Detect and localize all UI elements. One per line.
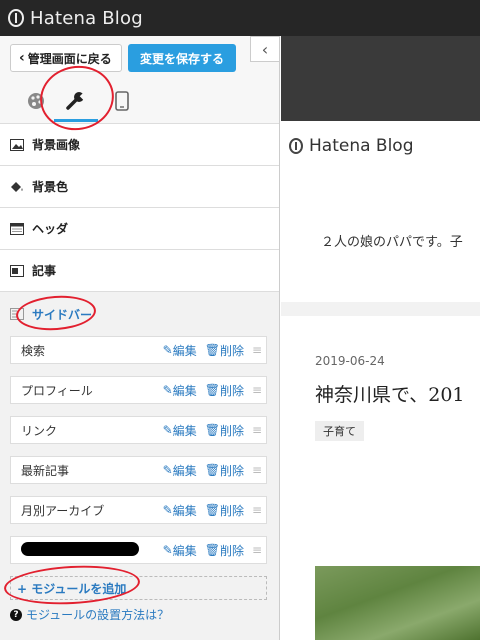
drag-handle-icon[interactable]: ≡ — [252, 343, 266, 357]
list-item[interactable]: ✎ 編集 🗑 削除 ≡ — [10, 536, 267, 564]
hatena-logo-icon — [8, 9, 24, 27]
preview-topbar — [281, 36, 480, 121]
app-header: Hatena Blog — [0, 0, 480, 36]
list-item[interactable]: リンク ✎ 編集 🗑 削除 ≡ — [10, 416, 267, 444]
list-item[interactable]: 最新記事 ✎ 編集 🗑 削除 ≡ — [10, 456, 267, 484]
palette-icon — [28, 93, 44, 109]
blog-preview: Hatena Blog ２人の娘のパパです。子 2019-06-24 神奈川県で… — [281, 36, 480, 640]
panel-tabs — [0, 80, 279, 124]
pencil-icon: ✎ — [162, 463, 173, 477]
category-tag[interactable]: 子育て — [315, 421, 364, 441]
section-header[interactable]: ヘッダ — [0, 208, 279, 250]
preview-divider — [281, 302, 480, 316]
wrench-icon — [66, 91, 87, 110]
chevron-left-icon: ‹ — [261, 39, 269, 59]
trash-icon: 🗑 — [204, 543, 220, 557]
edit-module-button[interactable]: ✎ 編集 — [163, 502, 197, 519]
app-title: Hatena Blog — [30, 7, 143, 29]
drag-handle-icon[interactable]: ≡ — [252, 543, 266, 557]
pencil-icon: ✎ — [162, 423, 173, 437]
question-icon: ? — [10, 608, 22, 621]
module-help-link[interactable]: ? モジュールの設置方法は？ — [0, 606, 279, 623]
sidebar-layout-icon — [10, 308, 24, 320]
drag-handle-icon[interactable]: ≡ — [252, 423, 266, 437]
section-label: ヘッダ — [32, 222, 69, 236]
delete-module-button[interactable]: 🗑 削除 — [205, 502, 244, 519]
pencil-icon: ✎ — [162, 343, 173, 357]
add-module-button[interactable]: + モジュールを追加 — [10, 576, 267, 600]
section-label: 記事 — [32, 264, 57, 278]
paint-bucket-icon — [11, 181, 23, 192]
trash-icon: 🗑 — [204, 343, 220, 357]
pencil-icon: ✎ — [162, 503, 173, 517]
list-item[interactable]: 月別アーカイブ ✎ 編集 🗑 削除 ≡ — [10, 496, 267, 524]
module-name: 最新記事 — [21, 463, 70, 478]
list-item[interactable]: 検索 ✎ 編集 🗑 削除 ≡ — [10, 336, 267, 364]
trash-icon: 🗑 — [204, 503, 220, 517]
delete-module-button[interactable]: 🗑 削除 — [205, 342, 244, 359]
module-name: プロフィール — [21, 383, 93, 398]
trash-icon: 🗑 — [204, 383, 220, 397]
design-panel: ‹ 管理画面に戻る 変更を保存する ‹ 背景画像 背景色 ヘッダ 記事 サイドバ… — [0, 36, 280, 640]
section-label: サイドバー — [32, 307, 93, 322]
help-label: モジュールの設置方法は？ — [26, 608, 170, 622]
section-background-color[interactable]: 背景色 — [0, 166, 279, 208]
redacted-text — [21, 541, 139, 556]
delete-module-button[interactable]: 🗑 削除 — [205, 542, 244, 559]
blog-description: ２人の娘のパパです。子 — [321, 235, 463, 250]
post-title[interactable]: 神奈川県で、201 — [281, 380, 480, 407]
trash-icon: 🗑 — [204, 423, 220, 437]
preview-brand: Hatena Blog — [281, 121, 480, 171]
back-label: 管理画面に戻る — [27, 51, 112, 66]
section-background-image[interactable]: 背景画像 — [0, 124, 279, 166]
edit-module-button[interactable]: ✎ 編集 — [163, 462, 197, 479]
edit-module-button[interactable]: ✎ 編集 — [163, 422, 197, 439]
drag-handle-icon[interactable]: ≡ — [252, 463, 266, 477]
section-article[interactable]: 記事 — [0, 250, 279, 292]
module-name: 検索 — [21, 343, 46, 358]
pencil-icon: ✎ — [162, 383, 173, 397]
delete-module-button[interactable]: 🗑 削除 — [205, 462, 244, 479]
save-changes-button[interactable]: 変更を保存する — [128, 44, 236, 72]
list-item[interactable]: プロフィール ✎ 編集 🗑 削除 ≡ — [10, 376, 267, 404]
section-label: 背景色 — [32, 180, 69, 194]
trash-icon: 🗑 — [204, 463, 220, 477]
post-image — [315, 566, 480, 640]
delete-module-button[interactable]: 🗑 削除 — [205, 382, 244, 399]
section-sidebar[interactable]: サイドバー — [0, 292, 279, 336]
back-to-dashboard-button[interactable]: ‹ 管理画面に戻る — [10, 44, 122, 72]
tab-device[interactable] — [100, 80, 144, 122]
module-name: リンク — [21, 423, 58, 438]
image-icon — [10, 138, 24, 151]
module-name — [21, 541, 163, 559]
preview-brand-text: Hatena Blog — [309, 136, 414, 156]
edit-module-button[interactable]: ✎ 編集 — [163, 542, 197, 559]
header-layout-icon — [10, 222, 24, 235]
edit-module-button[interactable]: ✎ 編集 — [163, 342, 197, 359]
hatena-logo-icon — [289, 138, 303, 154]
drag-handle-icon[interactable]: ≡ — [252, 383, 266, 397]
tab-customize[interactable] — [54, 80, 98, 122]
module-list: 検索 ✎ 編集 🗑 削除 ≡ プロフィール ✎ 編集 🗑 削除 ≡ リンク ✎ 編集 🗑 削… — [0, 336, 279, 564]
section-label: 背景画像 — [32, 138, 81, 152]
drag-handle-icon[interactable]: ≡ — [252, 503, 266, 517]
chevron-left-icon: ‹ — [19, 50, 25, 66]
panel-header: ‹ 管理画面に戻る 変更を保存する ‹ — [0, 36, 279, 124]
post-date[interactable]: 2019-06-24 — [281, 354, 480, 368]
edit-module-button[interactable]: ✎ 編集 — [163, 382, 197, 399]
delete-module-button[interactable]: 🗑 削除 — [205, 422, 244, 439]
pencil-icon: ✎ — [162, 543, 173, 557]
tab-design[interactable] — [14, 80, 58, 122]
smartphone-icon — [115, 91, 129, 111]
collapse-panel-button[interactable]: ‹ — [250, 36, 279, 62]
module-name: 月別アーカイブ — [21, 503, 105, 518]
article-layout-icon — [10, 264, 24, 277]
